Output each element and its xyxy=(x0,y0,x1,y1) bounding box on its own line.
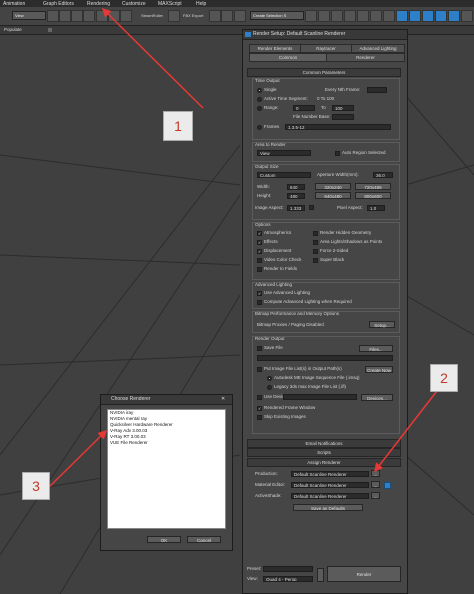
arrow-2 xyxy=(374,386,441,473)
annotation-arrows xyxy=(45,7,441,491)
callout-1: 1 xyxy=(163,111,193,141)
arrow-3 xyxy=(45,429,108,491)
arrow-1 xyxy=(101,7,204,109)
callout-3: 3 xyxy=(22,472,50,500)
callout-2: 2 xyxy=(430,364,458,392)
